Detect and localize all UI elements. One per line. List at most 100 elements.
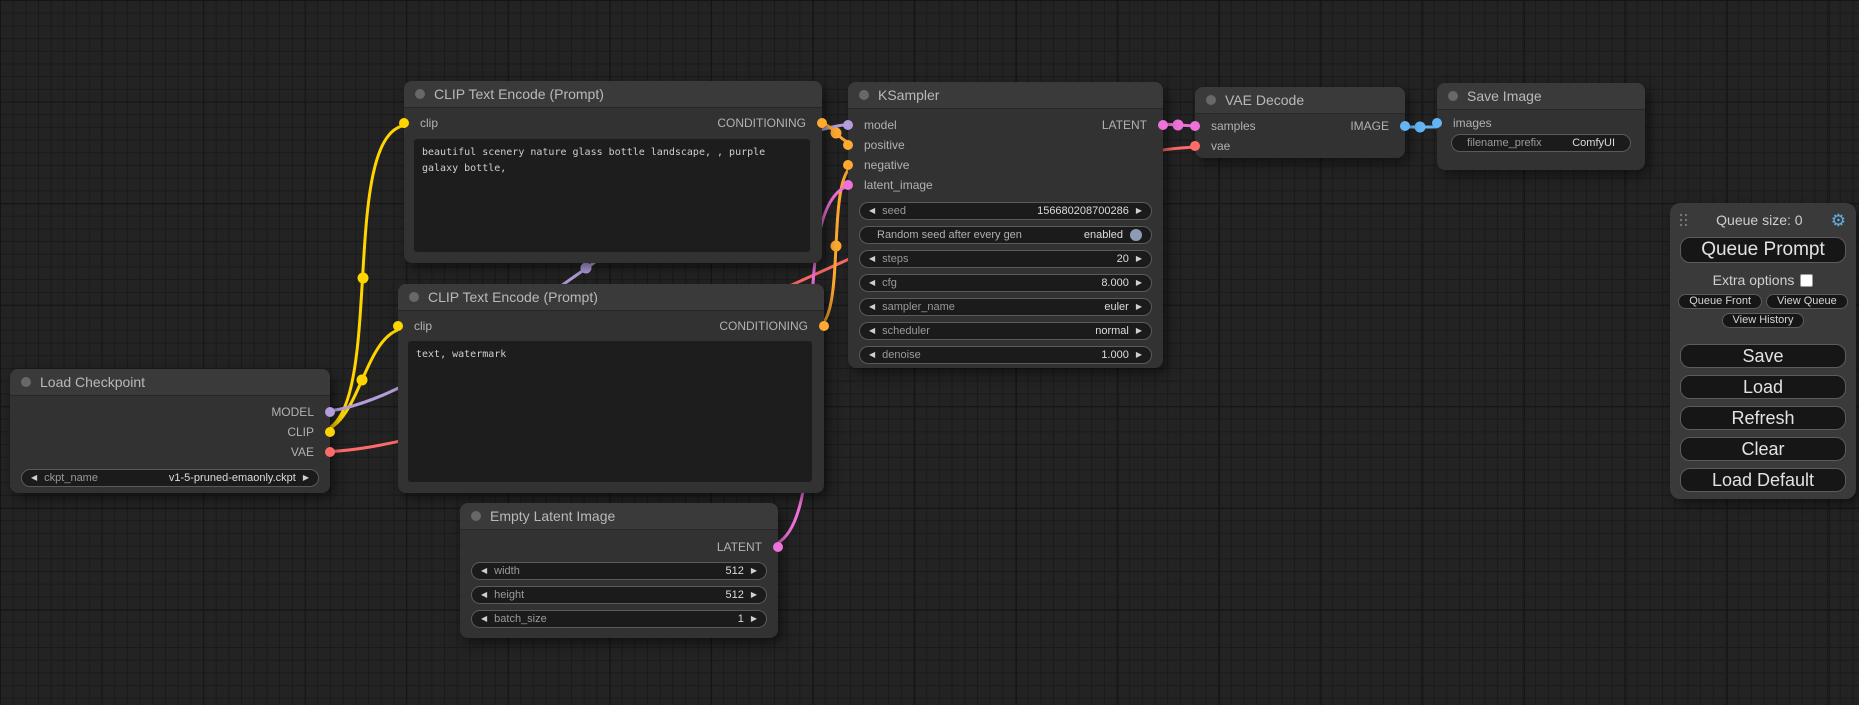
negative-prompt-textarea[interactable]: text, watermark <box>408 341 812 482</box>
decrement-arrow-icon[interactable]: ◀ <box>869 255 875 263</box>
increment-arrow-icon[interactable]: ▶ <box>1136 303 1142 311</box>
settings-gear-icon[interactable]: ⚙ <box>1831 212 1846 229</box>
widget-denoise[interactable]: ◀ denoise 1.000 ▶ <box>859 346 1152 364</box>
node-clip-text-encode-positive[interactable]: CLIP Text Encode (Prompt) clip CONDITION… <box>404 81 822 263</box>
output-label: MODEL <box>271 405 314 419</box>
increment-arrow-icon[interactable]: ▶ <box>1136 351 1142 359</box>
collapse-dot-icon[interactable] <box>21 377 31 387</box>
latent-image-input-port[interactable] <box>843 180 853 190</box>
widget-scheduler[interactable]: ◀ scheduler normal ▶ <box>859 322 1152 340</box>
save-button[interactable]: Save <box>1680 344 1846 368</box>
output-label: CLIP <box>287 425 314 439</box>
refresh-button[interactable]: Refresh <box>1680 406 1846 430</box>
increment-arrow-icon[interactable]: ▶ <box>1136 207 1142 215</box>
node-title: Load Checkpoint <box>40 374 145 390</box>
decrement-arrow-icon[interactable]: ◀ <box>869 279 875 287</box>
node-save-image[interactable]: Save Image images filename_prefix ComfyU… <box>1437 83 1645 170</box>
input-label: vae <box>1211 139 1230 153</box>
images-input-port[interactable] <box>1432 118 1442 128</box>
collapse-dot-icon[interactable] <box>409 292 419 302</box>
widget-label: cfg <box>882 277 897 289</box>
widget-label: denoise <box>882 349 921 361</box>
increment-arrow-icon[interactable]: ▶ <box>751 567 757 575</box>
node-ksampler[interactable]: KSampler model LATENT positive negative … <box>848 82 1163 368</box>
latent-output-port[interactable] <box>1158 120 1168 130</box>
widget-value: euler <box>1104 301 1128 313</box>
view-history-button[interactable]: View History <box>1722 313 1805 328</box>
link-midpoint-dot <box>581 263 592 274</box>
link-midpoint-dot <box>831 241 842 252</box>
node-title-bar: KSampler <box>848 82 1163 109</box>
decrement-arrow-icon[interactable]: ◀ <box>481 591 487 599</box>
decrement-arrow-icon[interactable]: ◀ <box>869 327 875 335</box>
widget-label: sampler_name <box>882 301 955 313</box>
positive-input-port[interactable] <box>843 140 853 150</box>
node-title-bar: CLIP Text Encode (Prompt) <box>398 284 824 311</box>
collapse-dot-icon[interactable] <box>859 90 869 100</box>
load-default-button[interactable]: Load Default <box>1680 468 1846 492</box>
input-label: model <box>864 118 897 132</box>
increment-arrow-icon[interactable]: ▶ <box>751 615 757 623</box>
widget-value: 20 <box>1117 253 1129 265</box>
widget-cfg[interactable]: ◀ cfg 8.000 ▶ <box>859 274 1152 292</box>
model-input-port[interactable] <box>843 120 853 130</box>
collapse-dot-icon[interactable] <box>1206 95 1216 105</box>
link-midpoint-dot <box>1173 120 1184 131</box>
widget-ckpt-name[interactable]: ◀ ckpt_name v1-5-pruned-emaonly.ckpt ▶ <box>21 469 319 487</box>
collapse-dot-icon[interactable] <box>415 89 425 99</box>
conditioning-output-port[interactable] <box>817 118 827 128</box>
vae-output-port[interactable] <box>325 447 335 457</box>
decrement-arrow-icon[interactable]: ◀ <box>481 615 487 623</box>
widget-label: seed <box>882 205 906 217</box>
conditioning-output-port[interactable] <box>819 321 829 331</box>
widget-seed[interactable]: ◀ seed 156680208700286 ▶ <box>859 202 1152 220</box>
increment-arrow-icon[interactable]: ▶ <box>1136 255 1142 263</box>
clip-output-port[interactable] <box>325 427 335 437</box>
collapse-dot-icon[interactable] <box>1448 91 1458 101</box>
decrement-arrow-icon[interactable]: ◀ <box>481 567 487 575</box>
increment-arrow-icon[interactable]: ▶ <box>303 474 309 482</box>
latent-output-port[interactable] <box>773 542 783 552</box>
widget-steps[interactable]: ◀ steps 20 ▶ <box>859 250 1152 268</box>
queue-prompt-button[interactable]: Queue Prompt <box>1680 237 1846 263</box>
queue-front-button[interactable]: Queue Front <box>1678 294 1762 309</box>
widget-filename-prefix[interactable]: filename_prefix ComfyUI <box>1451 134 1631 152</box>
node-vae-decode[interactable]: VAE Decode samples IMAGE vae <box>1195 87 1405 158</box>
positive-prompt-textarea[interactable]: beautiful scenery nature glass bottle la… <box>414 139 810 252</box>
decrement-arrow-icon[interactable]: ◀ <box>869 207 875 215</box>
samples-input-port[interactable] <box>1190 121 1200 131</box>
widget-height[interactable]: ◀ height 512 ▶ <box>471 586 767 604</box>
output-label: VAE <box>291 445 314 459</box>
load-button[interactable]: Load <box>1680 375 1846 399</box>
decrement-arrow-icon[interactable]: ◀ <box>869 351 875 359</box>
clip-input-port[interactable] <box>393 321 403 331</box>
collapse-dot-icon[interactable] <box>471 511 481 521</box>
vae-input-port[interactable] <box>1190 141 1200 151</box>
widget-sampler-name[interactable]: ◀ sampler_name euler ▶ <box>859 298 1152 316</box>
node-clip-text-encode-negative[interactable]: CLIP Text Encode (Prompt) clip CONDITION… <box>398 284 824 493</box>
widget-random-seed-toggle[interactable]: Random seed after every gen enabled <box>859 226 1152 244</box>
node-load-checkpoint[interactable]: Load Checkpoint MODEL CLIP VAE ◀ ckpt_na… <box>10 369 330 493</box>
toggle-enabled-icon[interactable] <box>1130 229 1142 241</box>
widget-batch-size[interactable]: ◀ batch_size 1 ▶ <box>471 610 767 628</box>
increment-arrow-icon[interactable]: ▶ <box>1136 327 1142 335</box>
image-output-port[interactable] <box>1400 121 1410 131</box>
clip-input-port[interactable] <box>399 118 409 128</box>
widget-value: enabled <box>1084 229 1123 241</box>
model-output-port[interactable] <box>325 407 335 417</box>
node-title-bar: Save Image <box>1437 83 1645 110</box>
queue-panel: Queue size: 0 ⚙ Queue Prompt Extra optio… <box>1670 203 1856 499</box>
clear-button[interactable]: Clear <box>1680 437 1846 461</box>
increment-arrow-icon[interactable]: ▶ <box>1136 279 1142 287</box>
widget-label: steps <box>882 253 908 265</box>
drag-handle-icon[interactable] <box>1680 214 1688 227</box>
decrement-arrow-icon[interactable]: ◀ <box>31 474 37 482</box>
negative-input-port[interactable] <box>843 160 853 170</box>
view-queue-button[interactable]: View Queue <box>1766 294 1848 309</box>
output-label: IMAGE <box>1350 119 1389 133</box>
extra-options-checkbox[interactable] <box>1800 274 1813 287</box>
increment-arrow-icon[interactable]: ▶ <box>751 591 757 599</box>
node-empty-latent-image[interactable]: Empty Latent Image LATENT ◀ width 512 ▶ … <box>460 503 778 638</box>
widget-width[interactable]: ◀ width 512 ▶ <box>471 562 767 580</box>
decrement-arrow-icon[interactable]: ◀ <box>869 303 875 311</box>
